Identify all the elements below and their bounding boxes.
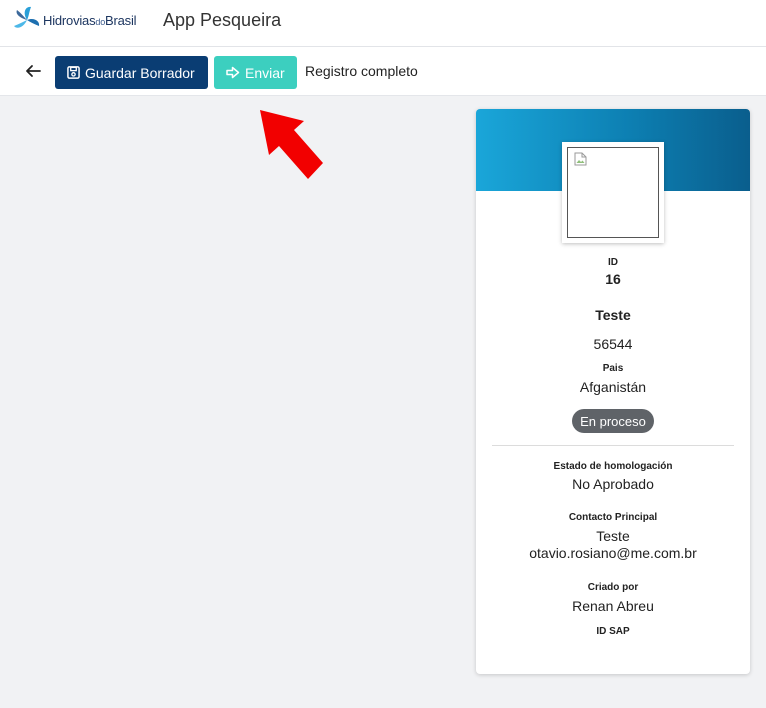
created-by-label: Criado por xyxy=(587,582,639,593)
record-code: 56544 xyxy=(593,336,633,352)
send-label: Enviar xyxy=(245,64,285,81)
hidrovias-logo-icon xyxy=(14,6,40,28)
country-label: Pais xyxy=(602,363,624,374)
main-contact-label: Contacto Principal xyxy=(568,512,658,523)
arrow-right-icon xyxy=(226,66,240,79)
country-value: Afganistán xyxy=(579,379,647,395)
homologation-value: No Aprobado xyxy=(572,476,654,492)
back-arrow-icon[interactable] xyxy=(22,60,44,82)
card-divider xyxy=(492,445,734,446)
top-bar: HidroviasdoBrasil App Pesqueira xyxy=(0,0,766,47)
record-name: Teste xyxy=(595,307,631,323)
send-button[interactable]: Enviar xyxy=(214,56,297,89)
avatar-image-placeholder xyxy=(567,147,659,238)
record-status-text: Registro completo xyxy=(305,63,418,79)
brand-logo-text: HidroviasdoBrasil xyxy=(43,13,137,28)
profile-card: ID 16 Teste 56544 Pais Afganistán En pro… xyxy=(476,109,750,674)
id-label: ID xyxy=(608,257,618,268)
avatar xyxy=(562,142,664,243)
save-draft-button[interactable]: Guardar Borrador xyxy=(55,56,208,89)
created-by-value: Renan Abreu xyxy=(572,598,654,614)
main-contact-email: otavio.rosiano@me.com.br xyxy=(529,545,697,561)
action-toolbar: Guardar Borrador Enviar Registro complet… xyxy=(0,47,766,96)
main-contact-name: Teste xyxy=(596,528,630,544)
broken-image-icon xyxy=(574,152,587,166)
save-draft-label: Guardar Borrador xyxy=(85,64,195,81)
id-value: 16 xyxy=(605,271,621,287)
floppy-disk-icon xyxy=(67,66,80,79)
homologation-label: Estado de homologación xyxy=(553,461,673,472)
red-arrow-annotation-icon xyxy=(260,110,323,179)
app-title: App Pesqueira xyxy=(163,10,282,30)
sap-id-label: ID SAP xyxy=(596,626,630,637)
status-badge: En proceso xyxy=(572,409,654,433)
